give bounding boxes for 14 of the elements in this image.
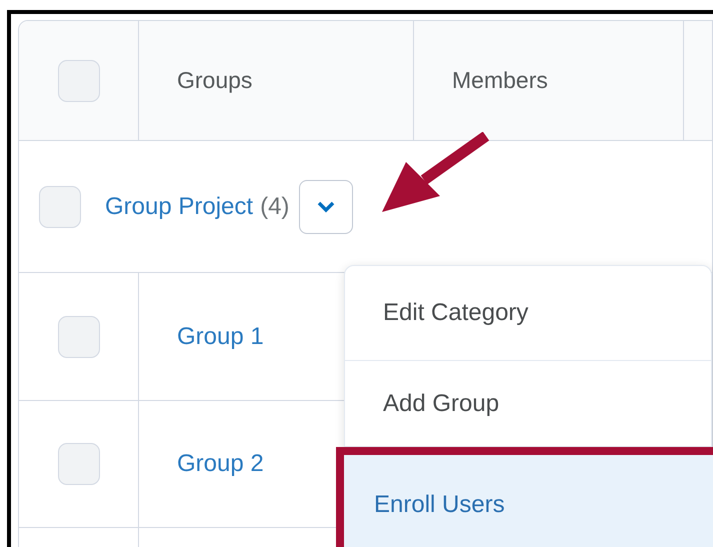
checkbox[interactable] [58, 60, 100, 102]
checkbox[interactable] [58, 316, 100, 358]
menu-item[interactable]: Edit Category [345, 266, 711, 361]
checkbox[interactable] [39, 186, 81, 228]
chevron-down-icon [316, 200, 336, 214]
column-header[interactable]: Members [452, 67, 548, 94]
group-link[interactable]: Group 1 [177, 322, 264, 350]
menu-item[interactable]: Enroll Users [336, 447, 713, 547]
column-header[interactable]: Groups [177, 67, 252, 94]
dropdown-button[interactable] [299, 180, 354, 234]
category-link[interactable]: Group Project [105, 192, 254, 220]
checkbox[interactable] [58, 443, 100, 485]
group-link[interactable]: Group 2 [177, 450, 264, 478]
group-count: (4) [260, 192, 290, 220]
